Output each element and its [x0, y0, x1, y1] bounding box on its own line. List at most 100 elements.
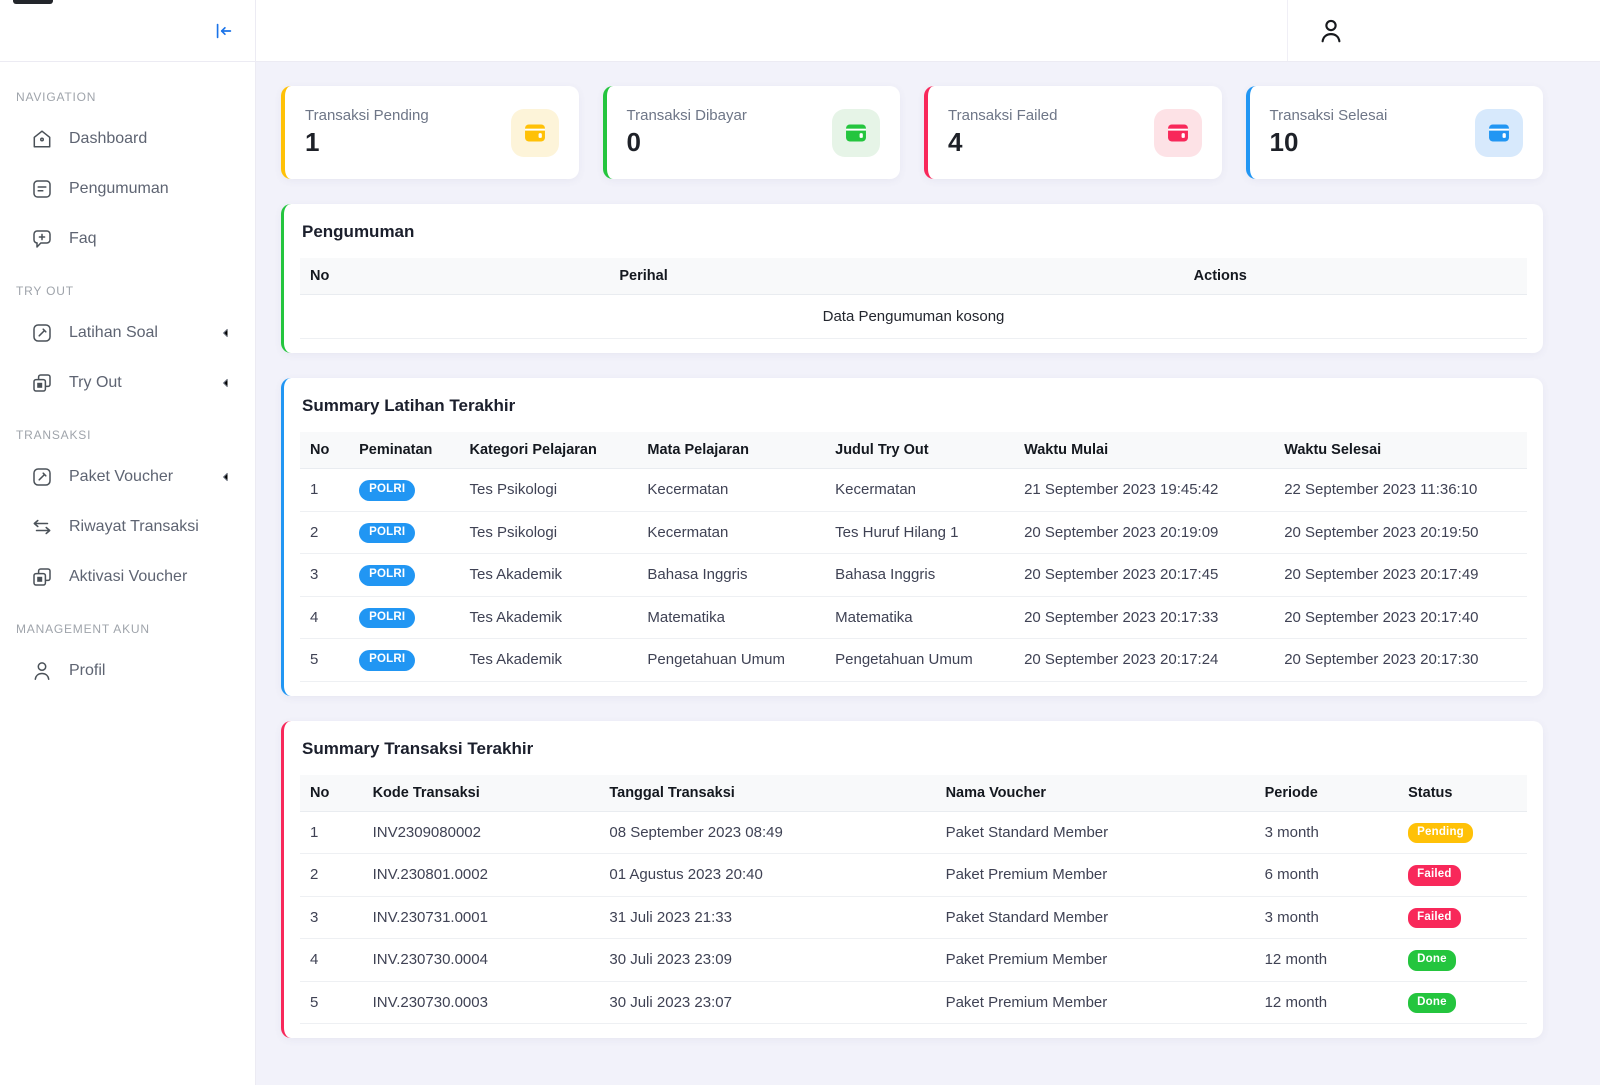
sidebar-collapse-button[interactable]	[213, 19, 237, 43]
stat-card-transaksi-dibayar: Transaksi Dibayar 0	[602, 86, 900, 179]
table-row: 1 POLRI Tes Psikologi Kecermatan Kecermatan 2…	[300, 468, 1527, 512]
edit-square-icon	[30, 465, 54, 489]
transaksi-summary-panel: Summary Transaksi Terakhir No Kode Transa…	[281, 720, 1543, 1038]
cell-peminatan: POLRI	[349, 638, 460, 682]
dashboard-content: Transaksi Pending 1 Transaksi Dibayar 0 Tran…	[256, 62, 1600, 1085]
cell-waktu-mulai: 20 September 2023 20:17:24	[1014, 638, 1275, 682]
user-menu-button[interactable]	[1314, 14, 1348, 48]
table-row: 3 POLRI Tes Akademik Bahasa Inggris Bahasa I…	[300, 553, 1527, 597]
column-header-perihal: Perihal	[373, 258, 914, 295]
cell-no: 3	[300, 896, 363, 939]
status-badge: Done	[1408, 992, 1456, 1013]
cell-kode-transaksi: INV.230801.0002	[362, 853, 600, 897]
sidebar-item-label: Faq	[69, 230, 97, 247]
cell-peminatan: POLRI	[349, 511, 460, 554]
nav-section: TRY OUT Latihan Soal Try Out	[0, 264, 255, 408]
main-area: Transaksi Pending 1 Transaksi Dibayar 0 Tran…	[256, 0, 1600, 1085]
cell-waktu-mulai: 20 September 2023 20:17:33	[1014, 596, 1275, 639]
sidebar-item-label: Aktivasi Voucher	[69, 568, 188, 585]
nav-section-label: TRY OUT	[16, 284, 74, 298]
sidebar-item-profil[interactable]: Profil	[0, 646, 255, 696]
panel-title: Pengumuman	[302, 222, 415, 241]
status-badge: Failed	[1408, 907, 1461, 928]
cell-periode: 12 month	[1254, 981, 1399, 1024]
faq-bubble-icon	[30, 227, 54, 251]
cell-tanggal-transaksi: 30 Juli 2023 23:07	[599, 981, 936, 1024]
nav-section-label: MANAGEMENT AKUN	[16, 622, 150, 636]
transaksi-summary-table: No Kode Transaksi Tanggal Transaksi Nama Vo…	[300, 774, 1527, 1025]
latihan-summary-table: No Peminatan Kategori Pelajaran Mata Pelaja…	[300, 432, 1527, 682]
stat-info: Transaksi Dibayar 0	[627, 107, 747, 158]
sidebar-item-label: Paket Voucher	[69, 468, 174, 485]
peminatan-badge: POLRI	[359, 607, 416, 628]
sidebar-item-dashboard[interactable]: Dashboard	[0, 114, 255, 164]
cell-no: 5	[300, 981, 363, 1024]
latihan-summary-panel: Summary Latihan Terakhir No Peminatan Kate…	[281, 378, 1543, 696]
column-header-waktu-selesai: Waktu Selesai	[1274, 432, 1527, 469]
cell-waktu-mulai: 20 September 2023 20:19:09	[1014, 511, 1275, 554]
cell-nama-voucher: Paket Premium Member	[935, 938, 1255, 982]
wallet-icon	[1153, 108, 1202, 157]
cell-waktu-selesai: 20 September 2023 20:17:40	[1274, 596, 1527, 639]
sidebar-item-try-out[interactable]: Try Out	[0, 358, 255, 408]
cell-kategori-pelajaran: Tes Akademik	[459, 553, 638, 597]
panel-title: Summary Transaksi Terakhir	[302, 738, 534, 758]
cell-nama-voucher: Paket Premium Member	[935, 853, 1255, 897]
peminatan-badge: POLRI	[359, 565, 416, 586]
home-icon	[30, 127, 54, 151]
cell-no: 2	[300, 511, 350, 554]
cell-waktu-selesai: 20 September 2023 20:19:50	[1274, 511, 1527, 554]
column-header-no: No	[300, 774, 363, 812]
column-header-mata-pelajaran: Mata Pelajaran	[637, 432, 826, 469]
cell-waktu-selesai: 22 September 2023 11:36:10	[1274, 468, 1527, 512]
status-badge: Done	[1408, 950, 1456, 971]
cell-no: 1	[300, 468, 350, 512]
sidebar-item-riwayat-transaksi[interactable]: Riwayat Transaksi	[0, 502, 255, 552]
cell-tanggal-transaksi: 01 Agustus 2023 20:40	[599, 853, 936, 897]
stat-label: Transaksi Failed	[948, 107, 1058, 124]
person-icon	[1321, 19, 1341, 42]
column-header-kode-transaksi: Kode Transaksi	[362, 774, 600, 812]
cell-judul-try-out: Pengetahuan Umum	[825, 638, 1015, 682]
cell-judul-try-out: Bahasa Inggris	[825, 553, 1015, 597]
cell-mata-pelajaran: Pengetahuan Umum	[637, 638, 826, 682]
peminatan-badge: POLRI	[359, 480, 416, 501]
app-root: NAVIGATION Dashboard Pengumuman Faq TRY OUT L…	[0, 0, 1600, 1085]
peminatan-badge: POLRI	[359, 650, 416, 671]
column-header-status: Status	[1398, 774, 1527, 812]
sidebar-item-label: Dashboard	[69, 130, 148, 147]
cell-periode: 3 month	[1254, 811, 1399, 854]
chevron-left-icon	[217, 374, 235, 392]
chevron-left-icon	[217, 468, 235, 486]
cell-kode-transaksi: INV.230730.0004	[362, 938, 600, 982]
cell-no: 5	[300, 638, 350, 682]
cell-no: 4	[300, 938, 363, 982]
cell-judul-try-out: Matematika	[825, 596, 1015, 639]
cell-mata-pelajaran: Kecermatan	[637, 511, 826, 554]
stat-info: Transaksi Selesai 10	[1270, 107, 1388, 158]
status-badge: Pending	[1408, 822, 1473, 843]
nav-section-label: NAVIGATION	[16, 90, 97, 104]
sidebar-item-pengumuman[interactable]: Pengumuman	[0, 164, 255, 214]
topbar	[256, 0, 1600, 62]
column-header-kategori-pelajaran: Kategori Pelajaran	[459, 432, 638, 469]
topbar-profile-area	[1287, 0, 1600, 61]
cell-status: Done	[1398, 938, 1527, 982]
nav-section: MANAGEMENT AKUN Profil	[0, 602, 255, 696]
nav-section-label: TRANSAKSI	[16, 428, 92, 442]
cell-mata-pelajaran: Bahasa Inggris	[637, 553, 826, 597]
cell-kode-transaksi: INV2309080002	[362, 811, 600, 854]
sidebar-item-paket-voucher[interactable]: Paket Voucher	[0, 452, 255, 502]
sidebar-item-aktivasi-voucher[interactable]: Aktivasi Voucher	[0, 552, 255, 602]
note-icon	[30, 177, 54, 201]
stats-row: Transaksi Pending 1 Transaksi Dibayar 0 Tran…	[281, 86, 1543, 179]
stat-card-transaksi-failed: Transaksi Failed 4	[924, 86, 1222, 179]
table-row: 2 INV.230801.0002 01 Agustus 2023 20:40 Pak…	[300, 853, 1527, 897]
sidebar-item-faq[interactable]: Faq	[0, 214, 255, 264]
column-header-judul-try-out: Judul Try Out	[825, 432, 1015, 469]
column-header-no: No	[300, 258, 374, 295]
swap-icon	[30, 515, 54, 539]
cell-periode: 6 month	[1254, 853, 1399, 897]
sidebar-item-latihan-soal[interactable]: Latihan Soal	[0, 308, 255, 358]
cell-status: Failed	[1398, 896, 1527, 939]
